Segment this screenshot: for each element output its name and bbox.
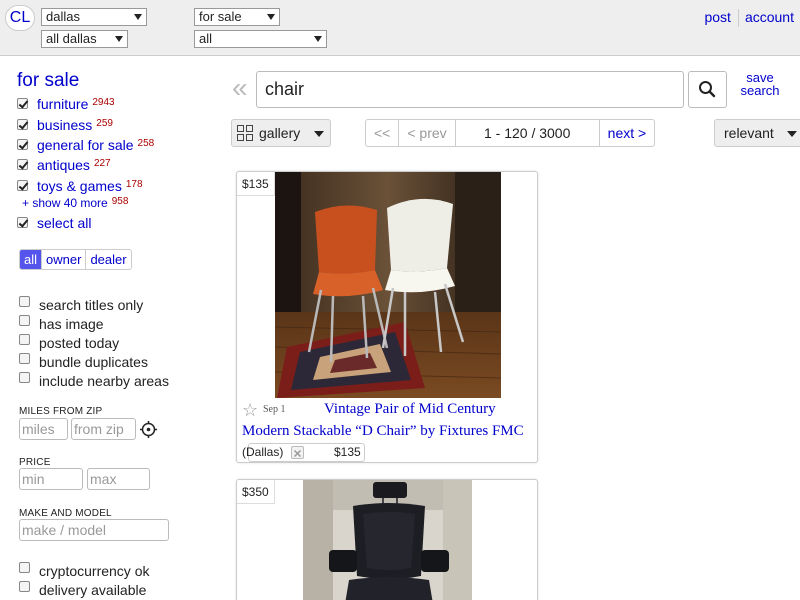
chevron-down-icon [115, 36, 123, 42]
checkbox[interactable] [17, 159, 28, 170]
option-label: has image [39, 316, 104, 332]
price-tag: $350 [237, 480, 275, 504]
checkbox[interactable] [19, 562, 30, 573]
result-card[interactable]: $135 ☆ Sep 1 Vintage Pair of Mid Century… [236, 171, 538, 463]
show-more-link[interactable]: + show 40 more 958 [22, 196, 128, 210]
listing-image[interactable] [275, 172, 501, 398]
category-label: business [37, 117, 93, 133]
result-card[interactable]: $350 [236, 479, 538, 600]
category-count: 2943 [92, 97, 115, 108]
listing-image[interactable] [303, 480, 472, 600]
divider [737, 9, 739, 28]
checkbox[interactable] [19, 353, 30, 364]
chevron-down-icon [787, 131, 797, 137]
checkbox[interactable] [17, 98, 28, 109]
category-count: 178 [125, 179, 143, 190]
make-model-input[interactable]: make / model [19, 519, 169, 541]
owner-filter-tabs: all owner dealer [19, 249, 132, 270]
sort-label: relevant [724, 125, 774, 141]
price-section-label: PRICE [19, 457, 51, 468]
category-count: 259 [96, 118, 113, 129]
tab-dealer[interactable]: dealer [85, 250, 130, 269]
chevron-down-icon [134, 14, 142, 20]
hide-listing-icon[interactable] [291, 446, 304, 459]
tab-all[interactable]: all [20, 250, 42, 269]
show-more-label: + show 40 more [22, 196, 108, 210]
max-price-input[interactable]: max [87, 468, 150, 490]
checkbox[interactable] [17, 139, 28, 150]
craigslist-logo[interactable]: CL [5, 5, 35, 31]
collapse-sidebar-icon[interactable]: « [232, 73, 248, 103]
category-title[interactable]: for sale [17, 70, 79, 92]
locate-icon[interactable] [140, 421, 157, 438]
search-input[interactable]: chair [256, 71, 684, 108]
next-page-button[interactable]: next > [598, 120, 655, 146]
chair-photo [275, 172, 501, 398]
account-link[interactable]: account [745, 9, 794, 25]
results-range: 1 - 120 / 3000 [454, 120, 599, 146]
miles-input[interactable]: miles [19, 418, 68, 440]
account-links: post account [704, 9, 794, 28]
category-select-value: for sale [199, 9, 242, 24]
close-icon [293, 449, 302, 458]
save-search-link[interactable]: save search [739, 71, 781, 97]
category-count: 227 [93, 158, 111, 169]
option-label: include nearby areas [39, 373, 169, 389]
checkbox[interactable] [19, 334, 30, 345]
search-icon [699, 81, 716, 98]
subarea-select[interactable]: all dallas [41, 30, 128, 48]
price-tag: $135 [237, 172, 275, 196]
gallery-grid-icon [237, 125, 253, 141]
category-label: general for sale [37, 137, 134, 153]
chevron-down-icon [314, 131, 324, 137]
prev-page-button[interactable]: < prev [398, 120, 454, 146]
pagination: << < prev 1 - 120 / 3000 next > [365, 119, 656, 147]
sort-dropdown[interactable]: relevant [714, 119, 800, 147]
top-bar: CL dallas all dallas for sale all post ac… [0, 0, 800, 56]
filter-sidebar: for sale furniture 2943 business 259 gener… [0, 57, 215, 600]
category-count: 258 [137, 138, 155, 149]
miles-section-label: MILES FROM ZIP [19, 406, 103, 417]
listing-title-container: Vintage Pair of Mid Century Modern Stack… [242, 398, 534, 462]
option-label: search titles only [39, 297, 144, 313]
show-more-count: 958 [111, 196, 129, 207]
category-label: furniture [37, 96, 89, 112]
checkbox[interactable] [17, 119, 28, 130]
option-label: cryptocurrency ok [39, 563, 150, 579]
first-page-button[interactable]: << [366, 120, 398, 146]
listing-neighborhood: (Dallas) [242, 445, 284, 459]
listing-title-link[interactable]: Vintage Pair of Mid Century Modern Stack… [242, 401, 524, 439]
category-label: antiques [37, 157, 90, 173]
checkbox[interactable] [19, 581, 30, 592]
tab-owner[interactable]: owner [41, 250, 85, 269]
chevron-down-icon [314, 36, 322, 42]
checkbox[interactable] [19, 315, 30, 326]
checkbox[interactable] [17, 180, 28, 191]
option-label: delivery available [39, 582, 147, 598]
min-price-input[interactable]: min [19, 468, 83, 490]
subcategory-select[interactable]: all [194, 30, 327, 48]
make-model-section-label: MAKE AND MODEL [19, 508, 112, 519]
checkbox[interactable] [19, 372, 30, 383]
search-button[interactable] [688, 71, 727, 108]
option-label: posted today [39, 335, 120, 351]
subcategory-select-value: all [199, 31, 213, 46]
checkbox[interactable] [19, 296, 30, 307]
chevron-down-icon [267, 14, 275, 20]
subarea-select-value: all dallas [46, 31, 97, 46]
area-select[interactable]: dallas [41, 8, 147, 26]
area-select-value: dallas [46, 9, 80, 24]
category-select[interactable]: for sale [194, 8, 280, 26]
chair-photo [303, 480, 472, 600]
view-mode-label: gallery [259, 125, 301, 141]
checkbox[interactable] [17, 217, 28, 228]
category-label: toys & games [37, 178, 122, 194]
select-all-label: select all [37, 215, 92, 231]
post-link[interactable]: post [704, 9, 730, 25]
view-mode-dropdown[interactable]: gallery [231, 119, 331, 147]
option-label: bundle duplicates [39, 354, 148, 370]
zip-input[interactable]: from zip [71, 418, 136, 440]
